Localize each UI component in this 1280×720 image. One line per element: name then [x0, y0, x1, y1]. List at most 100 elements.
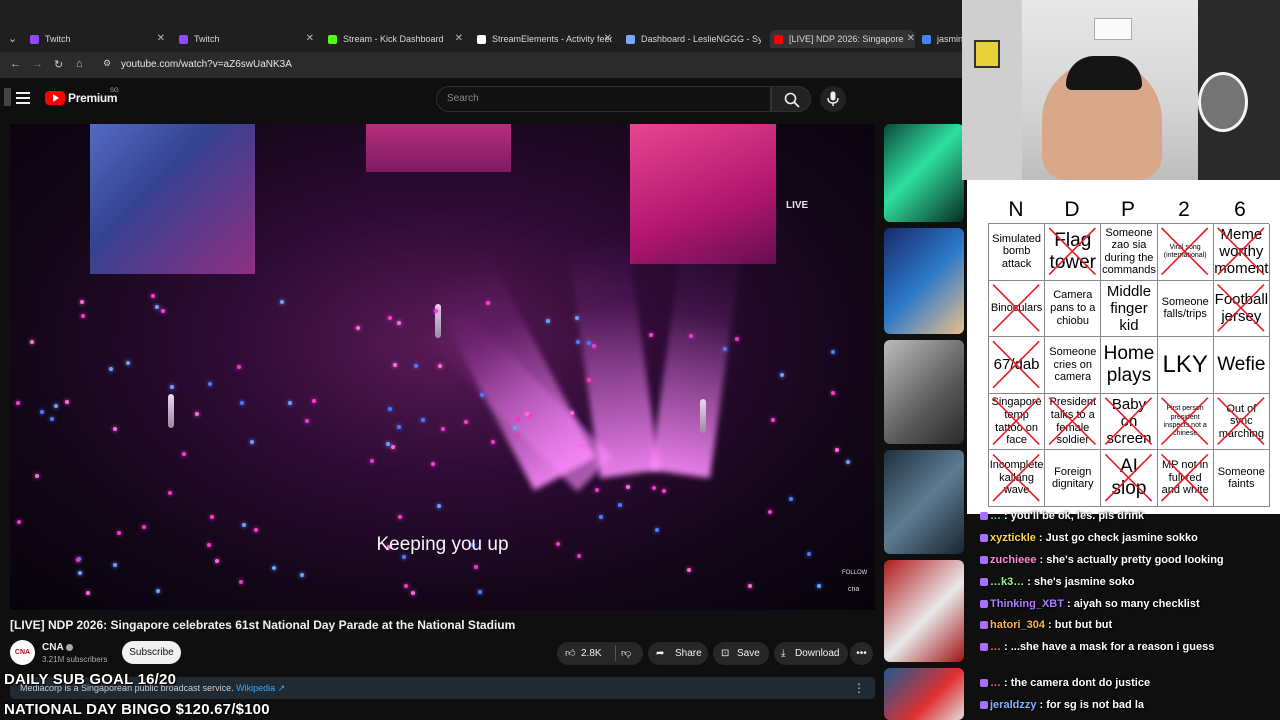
more-actions-icon[interactable]: ••• [850, 642, 873, 665]
search-button[interactable] [771, 86, 811, 112]
like-dislike-group: 👍︎ 2.8K 👎︎ [557, 642, 643, 665]
video-title: [LIVE] NDP 2026: Singapore celebrates 61… [10, 618, 516, 632]
chat-username: xyztickle [990, 532, 1036, 544]
channel-avatar[interactable]: CNA [10, 640, 35, 665]
browser-tab-streamelements[interactable]: StreamElements - Activity feed ✕ [477, 30, 612, 48]
stadium-light-dot [386, 442, 390, 446]
chat-separator: : [1066, 598, 1074, 610]
recommended-video-thumbnail[interactable] [884, 228, 964, 334]
browser-tab-twitch-2[interactable]: Twitch ✕ [179, 30, 314, 48]
forward-icon[interactable]: → [32, 58, 43, 70]
bingo-cell: President talks to a female soldier [1045, 393, 1102, 451]
video-player[interactable]: LIVE Keeping you up FOLLOW cna [10, 124, 875, 610]
follow-label: FOLLOW [842, 570, 868, 576]
youtube-logo-icon[interactable] [45, 91, 65, 105]
bookmark-icon: ⊡ [721, 648, 730, 659]
recommended-video-thumbnail[interactable] [884, 450, 964, 554]
like-count[interactable]: 2.8K [581, 642, 602, 665]
logo-region: SG [110, 88, 119, 94]
sub-badge-icon [980, 679, 988, 688]
browser-tab-kick[interactable]: Stream - Kick Dashboard ✕ [328, 30, 463, 48]
tab-label: Twitch [45, 34, 71, 44]
close-tab-icon[interactable]: ✕ [907, 33, 915, 44]
close-tab-icon[interactable]: ✕ [157, 33, 165, 44]
bingo-cell: 67/dab [989, 337, 1046, 394]
hamburger-menu-icon[interactable] [16, 92, 30, 104]
stadium-light-dot [397, 321, 401, 325]
browser-tab-twitch-1[interactable]: Twitch ✕ [30, 30, 165, 48]
wikipedia-link[interactable]: Wikipedia [236, 683, 275, 693]
tab-list-chevron-icon[interactable]: ⌄ [8, 32, 17, 45]
channel-watermark: cna [848, 586, 860, 593]
browser-tab-youtube-active[interactable]: [LIVE] NDP 2026: Singapore ✕ [770, 30, 915, 48]
recommended-video-thumbnail[interactable] [884, 124, 964, 222]
stadium-light-dot [113, 427, 117, 431]
stadium-light-dot [370, 459, 374, 463]
recommended-video-thumbnail[interactable] [884, 340, 964, 444]
close-tab-icon[interactable]: ✕ [604, 33, 612, 44]
stadium-light-dot [155, 305, 159, 309]
bingo-cell: AI slop [1101, 450, 1158, 507]
bingo-letter: 6 [1234, 198, 1246, 221]
stadium-light-dot [280, 300, 284, 304]
stadium-light-dot [305, 419, 309, 423]
save-button[interactable]: ⊡ Save [713, 642, 769, 665]
chat-separator: : [1004, 510, 1011, 522]
close-tab-icon[interactable]: ✕ [455, 33, 463, 44]
stadium-light-dot [689, 334, 693, 338]
bingo-letter: D [1064, 198, 1080, 221]
tab-label: Dashboard - LeslieNGGG - Syn [641, 34, 761, 44]
stadium-light-dot [768, 510, 772, 514]
chat-separator: : [1004, 641, 1011, 653]
stadium-light-dot [272, 566, 276, 570]
recommended-video-thumbnail[interactable] [884, 560, 964, 662]
recommended-video-thumbnail[interactable] [884, 668, 964, 720]
chat-message: jeraldzzy: for sg is not bad la [980, 699, 1280, 711]
chat-text: aiyah so many checklist [1073, 598, 1200, 610]
url-input[interactable]: youtube.com/watch?v=aZ6swUaNK3A [121, 59, 292, 70]
stadium-light-dot [579, 443, 583, 447]
like-button[interactable]: 👍︎ [565, 642, 575, 665]
search-input[interactable]: Search [436, 86, 771, 112]
chat-message: xyztickle: Just go check jasmine sokko [980, 532, 1280, 544]
back-icon[interactable]: ← [10, 58, 21, 70]
chat-username: Thinking_XBT [990, 598, 1064, 610]
tab-label: [LIVE] NDP 2026: Singapore [789, 34, 904, 44]
stadium-light-dot [393, 363, 397, 367]
dislike-icon[interactable]: 👎︎ [621, 642, 631, 665]
voice-search-button[interactable] [820, 86, 846, 112]
browser-tab-google[interactable]: jasmine [922, 30, 962, 48]
chat-overlay: …: you'll be ok, les. pls drink xyztickle… [980, 510, 1280, 720]
chat-text: she's actually pretty good looking [1046, 554, 1224, 566]
home-icon[interactable]: ⌂ [76, 58, 83, 70]
close-tab-icon[interactable]: ✕ [306, 33, 314, 44]
stadium-light-dot [388, 316, 392, 320]
browser-tab-bar: ⌄ Twitch ✕ Twitch ✕ Stream - Kick Dashbo… [0, 0, 962, 52]
dashboard-icon [626, 34, 635, 44]
stadium-light-dot [780, 373, 784, 377]
stadium-light-dot [182, 452, 186, 456]
chat-separator: : [1004, 677, 1011, 689]
stadium-light-dot [240, 401, 244, 405]
stadium-light-dot [525, 412, 529, 416]
chat-text: Just go check jasmine sokko [1045, 532, 1198, 544]
live-badge: LIVE [786, 200, 809, 211]
share-button[interactable]: ➦ Share [648, 642, 708, 665]
download-label: Download [795, 648, 840, 659]
bingo-letter: N [1008, 198, 1024, 221]
stadium-light-dot [208, 382, 212, 386]
chat-username: …k3… [990, 576, 1025, 588]
channel-name[interactable]: CNA [42, 642, 64, 653]
browser-tab-dashboard[interactable]: Dashboard - LeslieNGGG - Syn [626, 30, 761, 48]
stadium-light-dot [168, 491, 172, 495]
reload-icon[interactable]: ↻ [54, 58, 63, 71]
youtube-icon [774, 34, 783, 44]
download-button[interactable]: ⤓ Download [774, 642, 848, 665]
sub-badge-icon [980, 600, 988, 609]
stadium-light-dot [599, 515, 603, 519]
subscribe-button[interactable]: Subscribe [122, 641, 181, 664]
info-menu-icon[interactable]: ⋮ [853, 677, 865, 699]
stadium-light-dot [846, 460, 850, 464]
site-info-icon[interactable]: ⚙ [103, 58, 111, 69]
sub-badge-icon [980, 621, 988, 630]
